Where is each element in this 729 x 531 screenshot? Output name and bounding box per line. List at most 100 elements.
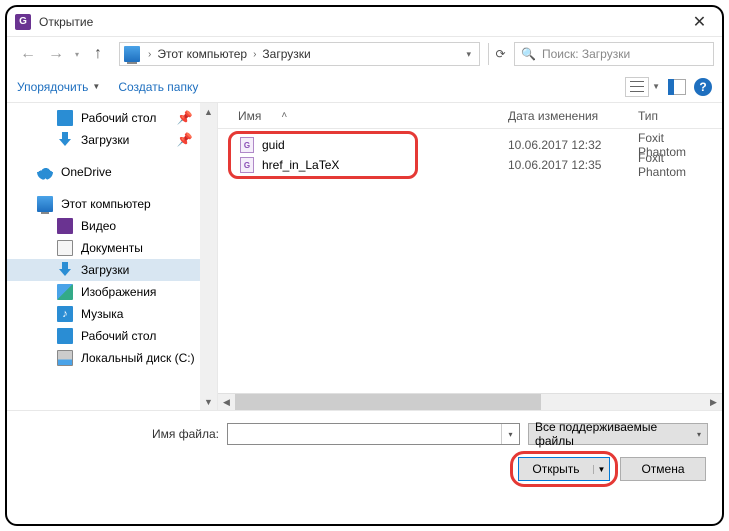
pdf-file-icon: G: [240, 137, 254, 153]
close-icon[interactable]: ✕: [677, 7, 722, 37]
new-folder-label: Создать папку: [118, 80, 198, 94]
video-icon: [57, 218, 73, 234]
column-name-label: Имя: [238, 109, 261, 123]
sidebar-item-label: Музыка: [81, 307, 123, 321]
sidebar-item-label: Загрузки: [81, 263, 129, 277]
cancel-label: Отмена: [641, 462, 684, 476]
app-icon: G: [15, 14, 31, 30]
nav-row: ← → ▾ ↑ › Этот компьютер › Загрузки ▾ ⟳ …: [7, 37, 722, 71]
pc-icon: [37, 196, 53, 212]
chevron-down-icon[interactable]: ▾: [466, 49, 471, 60]
chevron-down-icon: ▾: [697, 430, 701, 439]
desktop-icon: [57, 328, 73, 344]
sidebar-item[interactable]: Рабочий стол: [7, 325, 201, 347]
sidebar-item-label: Загрузки: [81, 133, 129, 147]
filetype-filter[interactable]: Все поддерживаемые файлы ▾: [528, 423, 708, 445]
search-icon: 🔍: [521, 47, 536, 61]
sidebar-item[interactable]: Документы: [7, 237, 201, 259]
sidebar-item-label: Изображения: [81, 285, 156, 299]
body: Рабочий стол 📌 Загрузки 📌 OneDrive Этот компь…: [7, 103, 722, 410]
sidebar-item[interactable]: Локальный диск (C:): [7, 347, 201, 369]
sort-asc-icon: ˄: [281, 110, 287, 121]
footer: Имя файла: ▾ Все поддерживаемые файлы ▾ …: [7, 410, 722, 495]
forward-icon[interactable]: →: [43, 41, 69, 67]
search-input[interactable]: 🔍 Поиск: Загрузки: [514, 42, 714, 66]
sidebar-item[interactable]: Загрузки: [7, 259, 201, 281]
music-icon: [57, 306, 73, 322]
sidebar-item[interactable]: Изображения: [7, 281, 201, 303]
file-row[interactable]: Ghref_in_LaTeX10.06.2017 12:35Foxit Phan…: [218, 155, 722, 175]
open-label: Открыть: [519, 462, 593, 476]
filename-input[interactable]: ▾: [227, 423, 520, 445]
new-folder-button[interactable]: Создать папку: [118, 80, 198, 94]
scroll-left-icon[interactable]: ◀: [218, 394, 235, 410]
help-icon[interactable]: ?: [694, 78, 712, 96]
breadcrumb-current[interactable]: Загрузки: [260, 47, 312, 61]
refresh-icon[interactable]: ⟳: [488, 43, 512, 65]
pdf-file-icon: G: [240, 157, 254, 173]
view-mode-button[interactable]: ▼: [625, 77, 660, 97]
sidebar-item[interactable]: Рабочий стол 📌: [7, 107, 201, 129]
sidebar-item-label: Рабочий стол: [81, 111, 156, 125]
sidebar: Рабочий стол 📌 Загрузки 📌 OneDrive Этот компь…: [7, 103, 218, 410]
chevron-down-icon: ▼: [652, 82, 660, 91]
file-type: Foxit Phantom: [628, 151, 722, 179]
file-date: 10.06.2017 12:32: [498, 138, 628, 152]
file-list-area: Имя ˄ Дата изменения Тип Gguid 10.06.2017…: [218, 103, 722, 410]
organize-label: Упорядочить: [17, 80, 88, 94]
sidebar-item-label: Рабочий стол: [81, 329, 156, 343]
scroll-up-icon[interactable]: ▲: [200, 103, 217, 120]
sidebar-item[interactable]: Загрузки 📌: [7, 129, 201, 151]
organize-button[interactable]: Упорядочить ▼: [17, 80, 100, 94]
pc-icon: [124, 46, 140, 62]
breadcrumb[interactable]: › Этот компьютер › Загрузки ▾: [119, 42, 480, 66]
cancel-button[interactable]: Отмена: [620, 457, 706, 481]
pin-icon: 📌: [177, 110, 193, 126]
horizontal-scrollbar[interactable]: ◀ ▶: [218, 393, 722, 410]
download-icon: [57, 262, 73, 278]
download-icon: [57, 132, 73, 148]
window-title: Открытие: [39, 15, 677, 29]
filename-dropdown-icon[interactable]: ▾: [501, 424, 519, 444]
history-dropdown-icon[interactable]: ▾: [71, 50, 83, 59]
disk-icon: [57, 350, 73, 366]
sidebar-item[interactable]: Этот компьютер: [7, 193, 201, 215]
open-split-icon[interactable]: ▼: [593, 465, 609, 474]
filter-label: Все поддерживаемые файлы: [535, 420, 693, 448]
sidebar-item-label: Локальный диск (C:): [81, 351, 195, 365]
sidebar-item[interactable]: Видео: [7, 215, 201, 237]
column-type-label: Тип: [638, 109, 658, 123]
pin-icon: 📌: [177, 132, 193, 148]
chevron-right-icon: ›: [253, 49, 256, 60]
column-headers: Имя ˄ Дата изменения Тип: [218, 103, 722, 129]
column-type[interactable]: Тип: [628, 103, 722, 128]
dialog-window: G Открытие ✕ ← → ▾ ↑ › Этот компьютер › …: [5, 5, 724, 526]
images-icon: [57, 284, 73, 300]
docs-icon: [57, 240, 73, 256]
file-name: guid: [262, 138, 285, 152]
breadcrumb-root[interactable]: Этот компьютер: [155, 47, 249, 61]
file-date: 10.06.2017 12:35: [498, 158, 628, 172]
open-button[interactable]: Открыть ▼: [518, 457, 610, 481]
sidebar-item-label: Этот компьютер: [61, 197, 151, 211]
search-placeholder: Поиск: Загрузки: [542, 47, 630, 61]
file-list: Gguid 10.06.2017 12:32Foxit PhantomGhref_…: [218, 129, 722, 393]
sidebar-item[interactable]: Музыка: [7, 303, 201, 325]
sidebar-item-label: Видео: [81, 219, 116, 233]
list-view-icon: [625, 77, 649, 97]
up-icon[interactable]: ↑: [85, 41, 111, 67]
back-icon[interactable]: ←: [15, 41, 41, 67]
filename-label: Имя файла:: [21, 427, 219, 441]
column-name[interactable]: Имя ˄: [218, 103, 498, 128]
chevron-right-icon: ›: [148, 49, 151, 60]
scroll-right-icon[interactable]: ▶: [705, 394, 722, 410]
sidebar-scrollbar[interactable]: ▲ ▼: [200, 103, 217, 410]
sidebar-item[interactable]: OneDrive: [7, 161, 201, 183]
scroll-thumb[interactable]: [235, 394, 541, 410]
sidebar-item-label: OneDrive: [61, 165, 112, 179]
preview-pane-icon[interactable]: [668, 79, 686, 95]
column-date-label: Дата изменения: [508, 109, 598, 123]
column-date[interactable]: Дата изменения: [498, 103, 628, 128]
sidebar-item-label: Документы: [81, 241, 143, 255]
scroll-down-icon[interactable]: ▼: [200, 393, 217, 410]
